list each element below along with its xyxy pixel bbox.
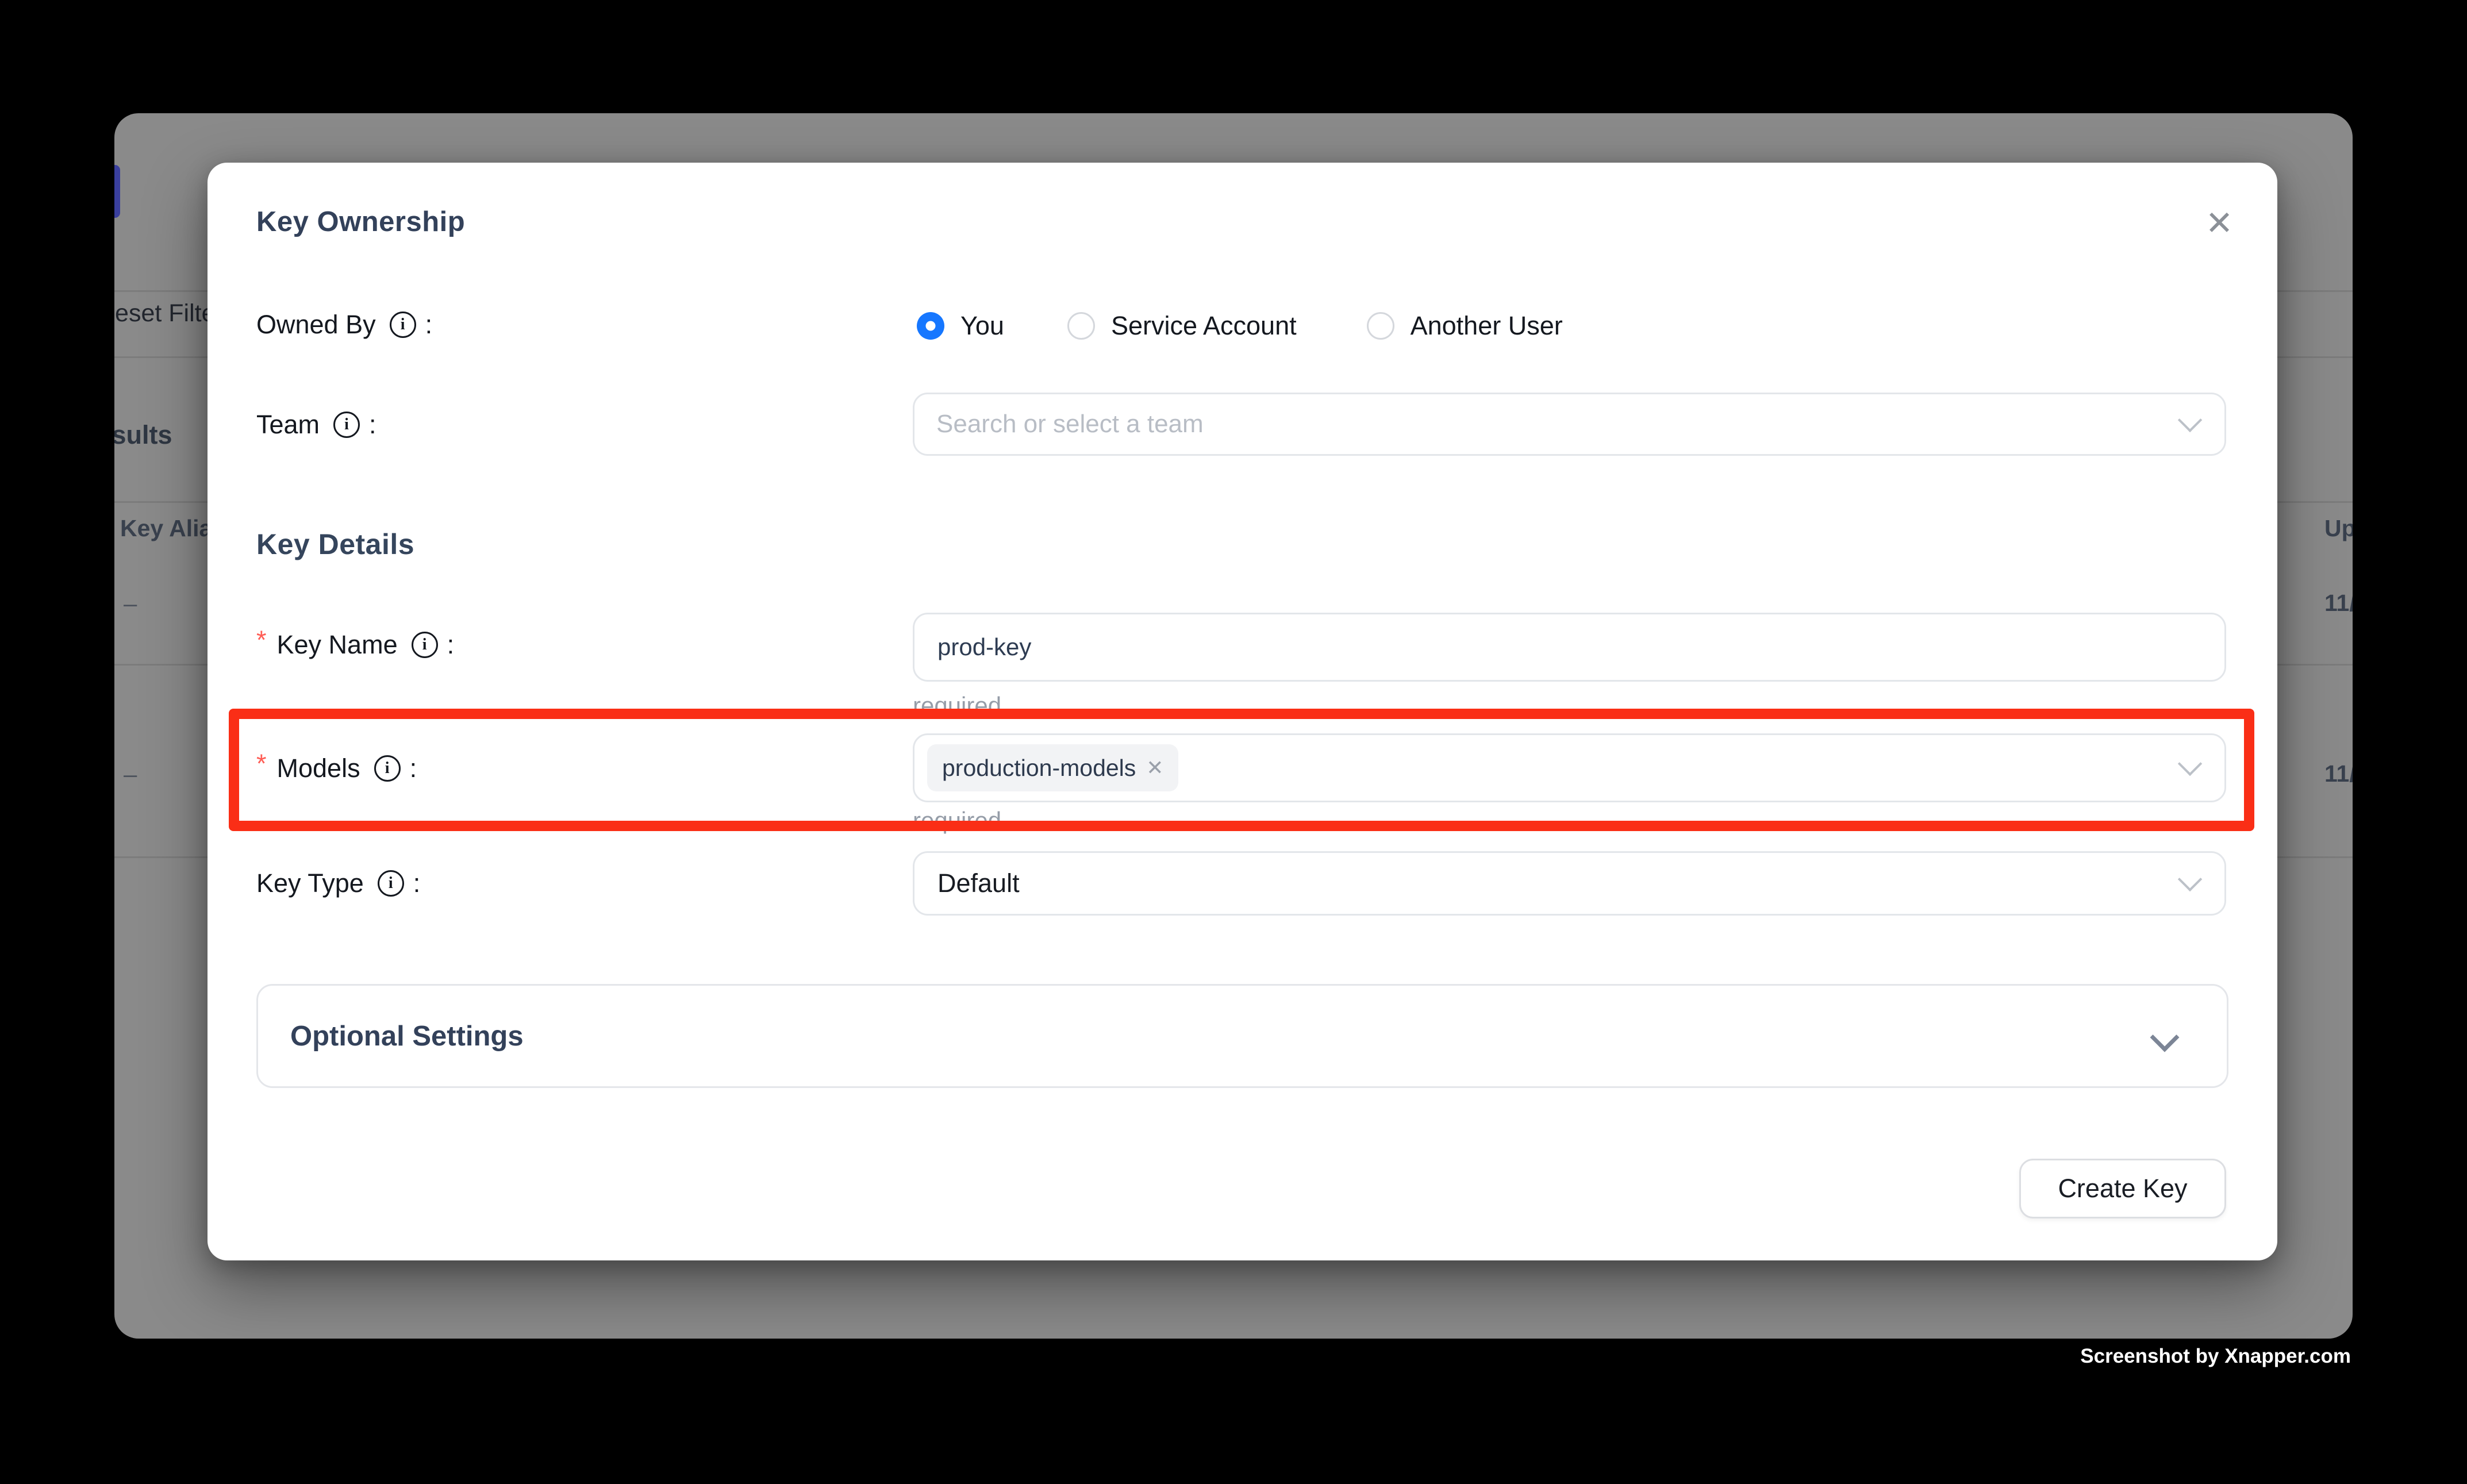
optional-settings-panel[interactable]: Optional Settings — [256, 984, 2228, 1088]
chevron-down-icon — [2178, 752, 2202, 776]
create-key-modal: Key Ownership ✕ Owned By : You Service A… — [207, 163, 2277, 1260]
chevron-down-icon — [2150, 1023, 2180, 1052]
radio-service-account[interactable] — [1067, 312, 1095, 340]
chevron-down-icon — [2178, 867, 2202, 891]
key-name-input[interactable]: prod-key — [913, 613, 2226, 682]
key-type-select[interactable]: Default — [913, 851, 2226, 916]
required-asterisk: * — [256, 749, 267, 779]
hidden-primary-button-fragment — [114, 165, 120, 218]
results-count-label: Results — [114, 420, 172, 450]
create-key-button[interactable]: Create Key — [2019, 1159, 2226, 1218]
radio-you[interactable] — [917, 312, 944, 340]
info-icon[interactable] — [412, 632, 438, 658]
radio-you-label[interactable]: You — [960, 311, 1004, 341]
key-name-label: * Key Name : — [256, 630, 454, 660]
models-label-text: Models — [277, 753, 360, 783]
label-colon: : — [425, 310, 433, 340]
tag-remove-icon[interactable]: ✕ — [1146, 756, 1163, 780]
chevron-down-icon — [2178, 408, 2202, 432]
team-select-placeholder: Search or select a team — [936, 410, 1204, 439]
info-icon[interactable] — [378, 870, 404, 897]
info-icon[interactable] — [374, 755, 401, 782]
info-icon[interactable] — [390, 312, 416, 338]
radio-another-user[interactable] — [1367, 312, 1394, 340]
info-icon[interactable] — [333, 412, 360, 438]
required-asterisk: * — [256, 625, 267, 655]
key-type-value: Default — [937, 868, 1020, 898]
table-cell-updated: 11/20/2025 — [2324, 590, 2353, 617]
radio-service-account-label[interactable]: Service Account — [1111, 311, 1297, 341]
models-selected-tag: production-models ✕ — [927, 744, 1178, 791]
label-colon: : — [369, 410, 376, 440]
table-cell-updated: 11/20/2025 — [2324, 760, 2353, 787]
key-type-label-text: Key Type — [256, 868, 364, 898]
xnapper-watermark: Screenshot by Xnapper.com — [2080, 1345, 2351, 1368]
key-name-label-text: Key Name — [277, 630, 398, 660]
owned-by-radio-group: You Service Account Another User — [917, 311, 1563, 341]
radio-another-user-label[interactable]: Another User — [1411, 311, 1563, 341]
team-label-text: Team — [256, 410, 320, 440]
label-colon: : — [413, 868, 421, 898]
team-select[interactable]: Search or select a team — [913, 393, 2226, 456]
table-cell-alias: – — [124, 760, 137, 788]
close-icon[interactable]: ✕ — [2193, 197, 2245, 249]
models-label: * Models : — [256, 753, 417, 783]
label-colon: : — [410, 753, 417, 783]
key-name-required-hint: required — [913, 692, 1001, 720]
modal-title: Key Ownership — [256, 206, 465, 238]
models-tag-label: production-models — [942, 755, 1136, 782]
owned-by-label-text: Owned By — [256, 310, 376, 340]
screenshot-canvas: Reset Filters Results Key Alias Updated … — [0, 0, 2467, 1484]
key-type-label: Key Type : — [256, 868, 420, 898]
column-header-updated: Updated — [2324, 515, 2353, 542]
label-colon: : — [447, 630, 455, 660]
key-details-heading: Key Details — [256, 528, 414, 561]
team-label: Team : — [256, 410, 376, 440]
owned-by-label: Owned By : — [256, 310, 432, 340]
optional-settings-title: Optional Settings — [290, 1020, 524, 1052]
models-required-hint: required — [913, 807, 1001, 835]
key-name-value: prod-key — [937, 633, 1031, 661]
models-select[interactable]: production-models ✕ — [913, 733, 2226, 802]
dimmed-page-backdrop: Reset Filters Results Key Alias Updated … — [114, 113, 2353, 1339]
table-cell-alias: – — [124, 590, 137, 617]
